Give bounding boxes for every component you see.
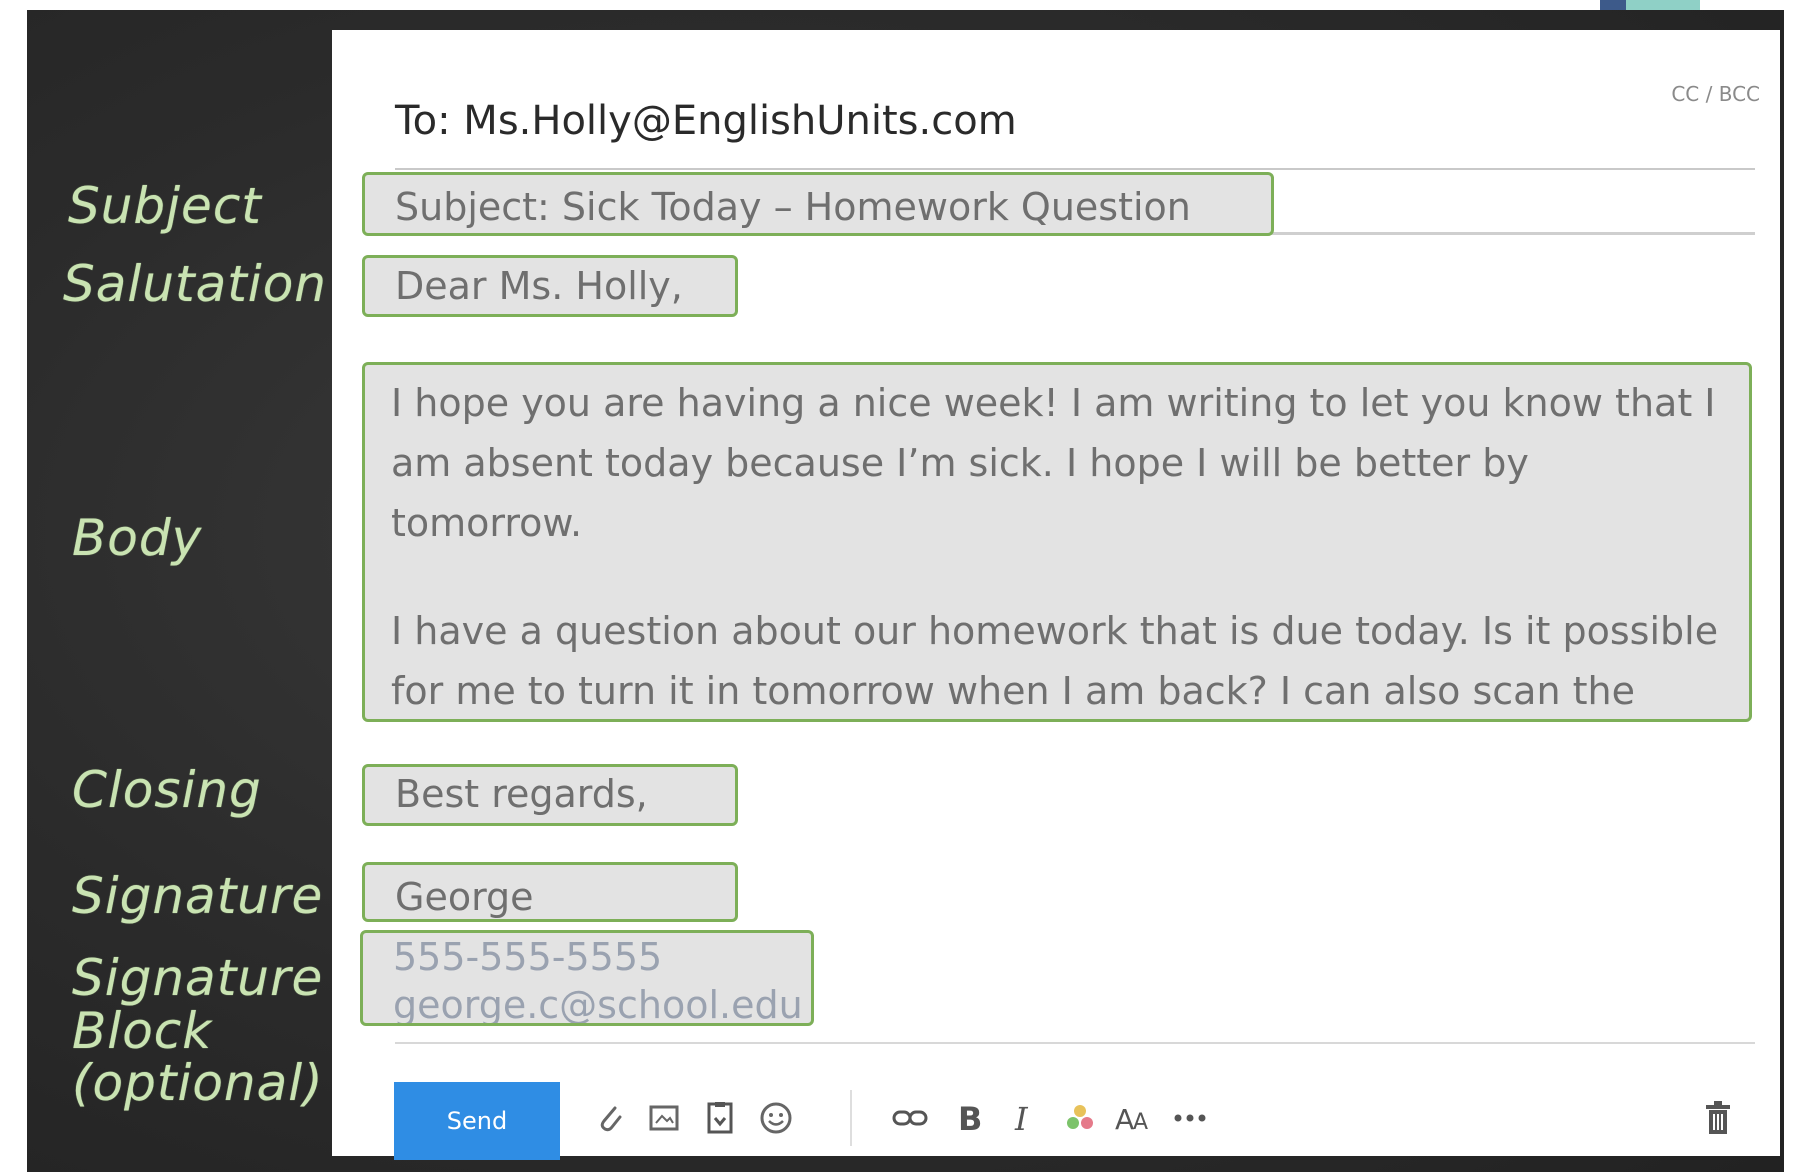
label-subject: Subject xyxy=(68,177,262,235)
body-paragraph: I have a question about our homework tha… xyxy=(391,609,1719,713)
subject-field[interactable]: Subject: Sick Today – Homework Question xyxy=(362,172,1274,236)
closing-text: Best regards, xyxy=(362,764,738,826)
svg-text:I: I xyxy=(1014,1101,1029,1135)
send-button[interactable]: Send xyxy=(394,1082,560,1160)
to-address: To: Ms.Holly@EnglishUnits.com xyxy=(395,98,1017,144)
svg-text:A: A xyxy=(1115,1103,1134,1135)
signature-block: 555-555-5555 george.c@school.edu xyxy=(360,930,814,1026)
email-compose-window: To: Ms.Holly@EnglishUnits.com CC / BCC S… xyxy=(332,30,1780,1160)
italic-icon[interactable]: I xyxy=(1002,1096,1046,1140)
emoji-icon[interactable] xyxy=(754,1096,798,1140)
label-body: Body xyxy=(72,509,203,567)
salutation-text: Dear Ms. Holly, xyxy=(362,255,738,317)
document-icon[interactable] xyxy=(698,1096,742,1140)
toolbar-divider xyxy=(395,1042,1755,1044)
label-line: Signature xyxy=(72,949,324,1007)
label-signature-block: Signature Block (optional) xyxy=(72,952,324,1110)
signature-email: george.c@school.edu xyxy=(393,983,803,1026)
cc-bcc-link[interactable]: CC / BCC xyxy=(1671,82,1760,106)
font-size-icon[interactable]: AA xyxy=(1112,1096,1156,1140)
image-icon[interactable] xyxy=(642,1096,686,1140)
svg-text:A: A xyxy=(1133,1110,1148,1135)
toolbar-separator xyxy=(850,1090,852,1146)
trash-icon[interactable] xyxy=(1696,1096,1740,1140)
body-text[interactable]: I hope you are having a nice week! I am … xyxy=(362,362,1752,722)
bold-icon[interactable]: B xyxy=(946,1096,990,1140)
attach-icon[interactable] xyxy=(588,1096,632,1140)
color-icon[interactable] xyxy=(1058,1096,1102,1140)
signature-text: George Candybar xyxy=(362,862,738,922)
label-line: (optional) xyxy=(72,1054,324,1112)
label-closing: Closing xyxy=(72,761,262,819)
label-line: Block xyxy=(72,1001,213,1060)
corner-accent xyxy=(1600,0,1626,10)
more-icon[interactable] xyxy=(1168,1096,1212,1140)
link-icon[interactable] xyxy=(888,1096,932,1140)
label-signature: Signature xyxy=(72,867,324,925)
svg-text:B: B xyxy=(958,1101,982,1135)
body-paragraph: I hope you are having a nice week! I am … xyxy=(391,381,1716,545)
label-salutation: Salutation xyxy=(63,255,327,313)
to-field[interactable]: To: Ms.Holly@EnglishUnits.com xyxy=(395,90,1755,170)
signature-phone: 555-555-5555 xyxy=(393,935,663,979)
corner-accent xyxy=(1626,0,1700,10)
